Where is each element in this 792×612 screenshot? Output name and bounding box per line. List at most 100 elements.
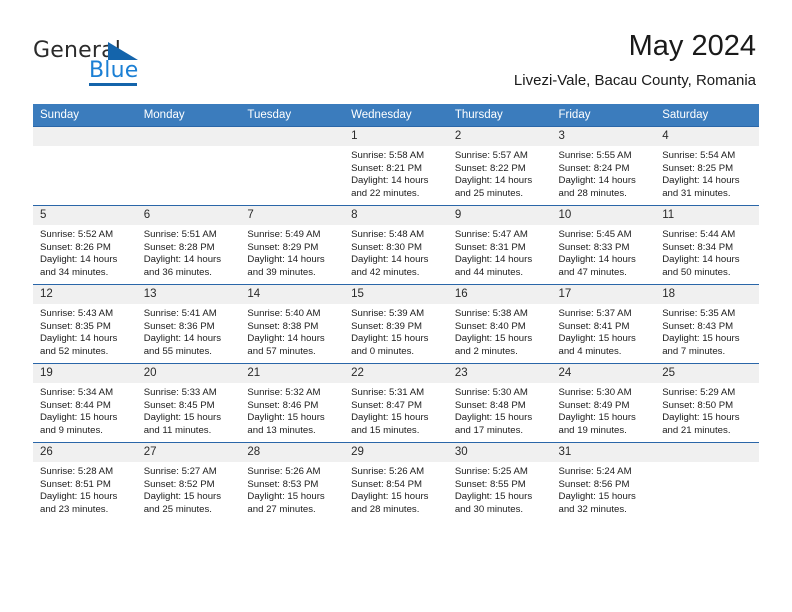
- day-number: 14: [240, 285, 345, 304]
- day-details: Sunrise: 5:57 AM Sunset: 8:22 PM Daylight:…: [448, 146, 552, 200]
- daylight-minutes: and 42 minutes.: [351, 266, 420, 278]
- calendar-day-cell[interactable]: 31 Sunrise: 5:24 AM Sunset: 8:56 PM Dayligh…: [551, 442, 656, 521]
- day-details: Sunrise: 5:49 AM Sunset: 8:29 PM Daylight:…: [240, 225, 344, 279]
- daylight-minutes: and 34 minutes.: [40, 266, 109, 278]
- daylight-minutes: and 47 minutes.: [558, 266, 627, 278]
- daylight-minutes: and 15 minutes.: [351, 424, 420, 436]
- calendar-day-cell[interactable]: 13 Sunrise: 5:41 AM Sunset: 8:36 PM Dayligh…: [136, 284, 241, 364]
- daylight-hours: Daylight: 14 hours: [351, 175, 429, 187]
- calendar-week-row: 12 Sunrise: 5:43 AM Sunset: 8:35 PM Dayligh…: [33, 284, 759, 364]
- calendar-day-cell[interactable]: 14 Sunrise: 5:40 AM Sunset: 8:38 PM Dayligh…: [240, 284, 345, 364]
- sunrise-time: Sunrise: 5:44 AM: [662, 229, 736, 240]
- calendar-day-cell[interactable]: 4 Sunrise: 5:54 AM Sunset: 8:25 PM Daylight…: [655, 126, 759, 206]
- calendar-day-cell[interactable]: 8 Sunrise: 5:48 AM Sunset: 8:30 PM Daylight…: [344, 205, 448, 285]
- calendar-day-cell[interactable]: 1 Sunrise: 5:58 AM Sunset: 8:21 PM Daylight…: [344, 126, 448, 206]
- sunset-time: Sunset: 8:36 PM: [143, 320, 215, 332]
- calendar-day-cell[interactable]: 18 Sunrise: 5:35 AM Sunset: 8:43 PM Dayligh…: [655, 284, 759, 364]
- calendar-day-cell[interactable]: 5 Sunrise: 5:52 AM Sunset: 8:26 PM Daylight…: [33, 205, 137, 285]
- calendar-day-cell[interactable]: 28 Sunrise: 5:26 AM Sunset: 8:53 PM Dayligh…: [240, 442, 345, 521]
- sunset-time: Sunset: 8:54 PM: [351, 478, 423, 490]
- calendar-day-cell[interactable]: 23 Sunrise: 5:30 AM Sunset: 8:48 PM Dayligh…: [447, 363, 552, 443]
- daylight-minutes: and 55 minutes.: [143, 345, 212, 357]
- calendar-day-cell[interactable]: 19 Sunrise: 5:34 AM Sunset: 8:44 PM Dayligh…: [33, 363, 137, 443]
- calendar-day-cell[interactable]: 15 Sunrise: 5:39 AM Sunset: 8:39 PM Dayligh…: [344, 284, 448, 364]
- calendar-day-cell[interactable]: 24 Sunrise: 5:30 AM Sunset: 8:49 PM Dayligh…: [551, 363, 656, 443]
- calendar-empty-cell: [33, 126, 137, 206]
- day-number: 16: [447, 285, 552, 304]
- daylight-hours: Daylight: 15 hours: [351, 491, 429, 503]
- daylight-hours: Daylight: 14 hours: [454, 175, 533, 187]
- day-number: 31: [551, 443, 656, 462]
- calendar-day-cell[interactable]: 12 Sunrise: 5:43 AM Sunset: 8:35 PM Dayligh…: [33, 284, 137, 364]
- calendar-day-cell[interactable]: 11 Sunrise: 5:44 AM Sunset: 8:34 PM Dayligh…: [655, 205, 759, 285]
- day-details: Sunrise: 5:24 AM Sunset: 8:56 PM Daylight:…: [552, 462, 656, 516]
- day-number: 23: [447, 364, 552, 383]
- calendar-day-cell[interactable]: 22 Sunrise: 5:31 AM Sunset: 8:47 PM Dayligh…: [344, 363, 448, 443]
- weekday-header-saturday: Saturday: [655, 104, 759, 127]
- sunset-time: Sunset: 8:46 PM: [247, 399, 319, 411]
- weekday-header-tuesday: Tuesday: [240, 104, 345, 127]
- sunset-time: Sunset: 8:30 PM: [351, 241, 423, 253]
- sunrise-time: Sunrise: 5:55 AM: [558, 150, 632, 161]
- calendar-day-cell[interactable]: 6 Sunrise: 5:51 AM Sunset: 8:28 PM Daylight…: [136, 205, 241, 285]
- day-number: [655, 443, 759, 462]
- calendar-day-cell[interactable]: 3 Sunrise: 5:55 AM Sunset: 8:24 PM Daylight…: [551, 126, 656, 206]
- sunset-time: Sunset: 8:48 PM: [454, 399, 526, 411]
- calendar-day-cell[interactable]: 9 Sunrise: 5:47 AM Sunset: 8:31 PM Daylight…: [447, 205, 552, 285]
- daylight-minutes: and 21 minutes.: [662, 424, 731, 436]
- calendar-day-cell[interactable]: 10 Sunrise: 5:45 AM Sunset: 8:33 PM Dayligh…: [551, 205, 656, 285]
- weekday-header-thursday: Thursday: [447, 104, 552, 127]
- brand-logo[interactable]: General Blue: [33, 38, 213, 86]
- day-number: 6: [136, 206, 241, 225]
- daylight-minutes: and 7 minutes.: [662, 345, 726, 357]
- calendar-day-cell[interactable]: 27 Sunrise: 5:27 AM Sunset: 8:52 PM Dayligh…: [136, 442, 241, 521]
- weekday-header-sunday: Sunday: [33, 104, 137, 127]
- daylight-minutes: and 52 minutes.: [40, 345, 109, 357]
- daylight-minutes: and 2 minutes.: [454, 345, 518, 357]
- sunrise-time: Sunrise: 5:30 AM: [454, 387, 528, 398]
- sunset-time: Sunset: 8:29 PM: [247, 241, 319, 253]
- day-number: 13: [136, 285, 241, 304]
- daylight-minutes: and 31 minutes.: [662, 187, 731, 199]
- day-number: 24: [551, 364, 656, 383]
- daylight-hours: Daylight: 15 hours: [558, 412, 636, 424]
- daylight-minutes: and 32 minutes.: [558, 503, 627, 515]
- daylight-hours: Daylight: 15 hours: [247, 491, 325, 503]
- sunset-time: Sunset: 8:55 PM: [454, 478, 526, 490]
- sunset-time: Sunset: 8:41 PM: [558, 320, 630, 332]
- daylight-hours: Daylight: 14 hours: [247, 254, 325, 266]
- sunset-time: Sunset: 8:21 PM: [351, 162, 423, 174]
- daylight-hours: Daylight: 14 hours: [662, 175, 740, 187]
- sunrise-time: Sunrise: 5:47 AM: [454, 229, 528, 240]
- weekday-header-friday: Friday: [551, 104, 656, 127]
- day-number: 3: [551, 127, 656, 146]
- sunrise-time: Sunrise: 5:49 AM: [247, 229, 321, 240]
- daylight-hours: Daylight: 14 hours: [558, 175, 636, 187]
- calendar-day-cell[interactable]: 21 Sunrise: 5:32 AM Sunset: 8:46 PM Dayligh…: [240, 363, 345, 443]
- daylight-hours: Daylight: 14 hours: [143, 254, 222, 266]
- calendar-day-cell[interactable]: 30 Sunrise: 5:25 AM Sunset: 8:55 PM Dayligh…: [447, 442, 552, 521]
- calendar-day-cell[interactable]: 16 Sunrise: 5:38 AM Sunset: 8:40 PM Dayligh…: [447, 284, 552, 364]
- calendar-week-row: 26 Sunrise: 5:28 AM Sunset: 8:51 PM Dayligh…: [33, 442, 759, 521]
- calendar-day-cell[interactable]: 7 Sunrise: 5:49 AM Sunset: 8:29 PM Daylight…: [240, 205, 345, 285]
- day-number: 18: [655, 285, 759, 304]
- calendar-day-cell[interactable]: 17 Sunrise: 5:37 AM Sunset: 8:41 PM Dayligh…: [551, 284, 656, 364]
- sunset-time: Sunset: 8:43 PM: [662, 320, 734, 332]
- calendar-day-cell[interactable]: 2 Sunrise: 5:57 AM Sunset: 8:22 PM Daylight…: [447, 126, 552, 206]
- calendar-day-cell[interactable]: 26 Sunrise: 5:28 AM Sunset: 8:51 PM Dayligh…: [33, 442, 137, 521]
- calendar-day-cell[interactable]: 29 Sunrise: 5:26 AM Sunset: 8:54 PM Dayligh…: [344, 442, 448, 521]
- sunset-time: Sunset: 8:47 PM: [351, 399, 423, 411]
- day-number: 26: [33, 443, 137, 462]
- daylight-minutes: and 36 minutes.: [143, 266, 212, 278]
- daylight-hours: Daylight: 15 hours: [143, 491, 222, 503]
- daylight-minutes: and 4 minutes.: [558, 345, 622, 357]
- daylight-hours: Daylight: 14 hours: [40, 254, 118, 266]
- day-number: 25: [655, 364, 759, 383]
- daylight-minutes: and 25 minutes.: [454, 187, 524, 199]
- calendar-day-cell[interactable]: 20 Sunrise: 5:33 AM Sunset: 8:45 PM Dayligh…: [136, 363, 241, 443]
- calendar-day-cell[interactable]: 25 Sunrise: 5:29 AM Sunset: 8:50 PM Dayligh…: [655, 363, 759, 443]
- day-number: 1: [344, 127, 448, 146]
- sunset-time: Sunset: 8:33 PM: [558, 241, 630, 253]
- daylight-hours: Daylight: 14 hours: [454, 254, 533, 266]
- daylight-minutes: and 0 minutes.: [351, 345, 415, 357]
